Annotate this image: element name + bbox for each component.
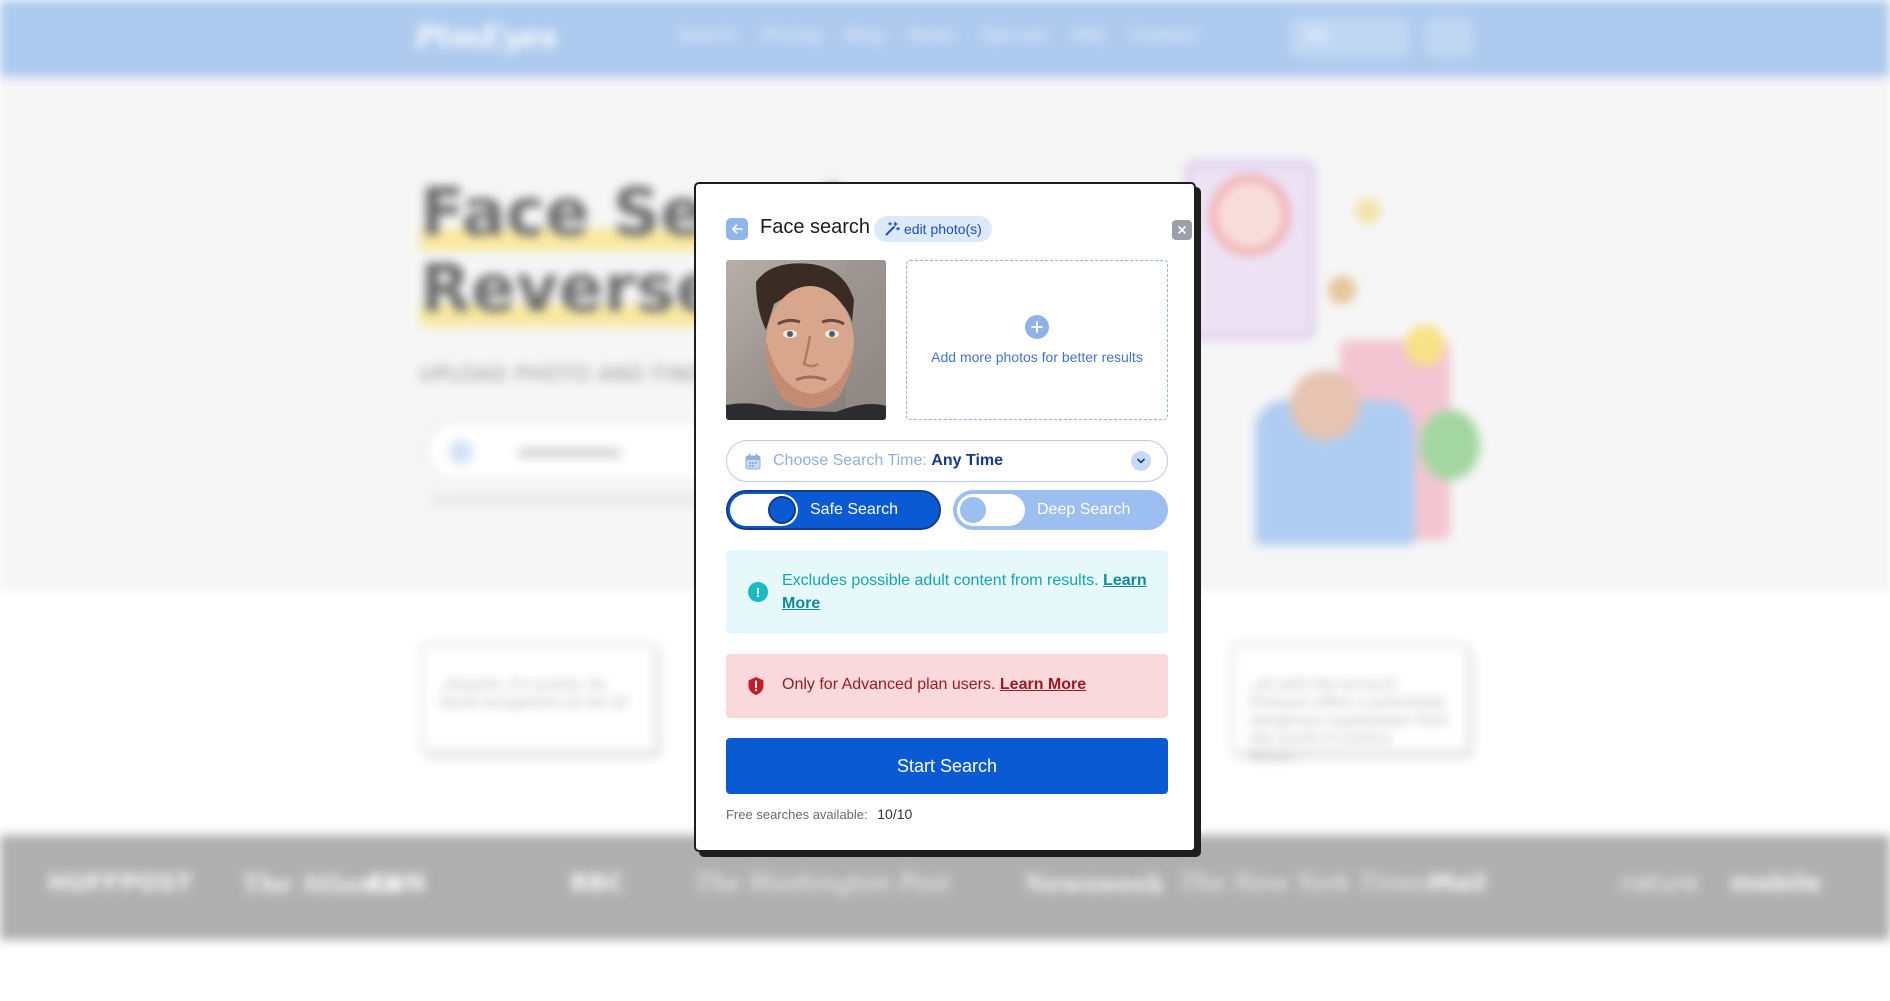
- add-more-photos-text: Add more photos for better results: [931, 349, 1143, 365]
- add-more-photos-dropzone[interactable]: Add more photos for better results: [906, 260, 1168, 420]
- search-time-label: Choose Search Time: Any Time: [773, 452, 1003, 470]
- safe-search-info: ! Excludes possible adult content from r…: [726, 550, 1168, 634]
- toggle-knob: [960, 497, 986, 523]
- modal-title: Face search: [760, 216, 871, 238]
- info-text: Excludes possible adult content from res…: [782, 572, 1099, 589]
- arrow-left-icon: [731, 224, 743, 234]
- warning-learn-more-link[interactable]: Learn More: [1000, 676, 1086, 693]
- magic-wand-icon: [885, 221, 900, 236]
- free-searches-label: Free searches available:: [726, 807, 868, 822]
- free-searches-count: 10/10: [877, 806, 913, 822]
- info-icon: !: [748, 582, 768, 602]
- close-button[interactable]: [1172, 220, 1192, 240]
- search-time-select[interactable]: Choose Search Time: Any Time: [726, 440, 1168, 482]
- info-message: Excludes possible adult content from res…: [782, 569, 1152, 615]
- chevron-down-icon: [1131, 451, 1151, 471]
- safe-search-label: Safe Search: [810, 501, 899, 518]
- search-time-value: Any Time: [931, 452, 1004, 469]
- close-icon: [1178, 226, 1186, 234]
- calendar-icon: [745, 453, 761, 470]
- advanced-plan-warning: Only for Advanced plan users. Learn More: [726, 654, 1168, 718]
- edit-photos-label: edit photo(s): [904, 221, 982, 237]
- back-button[interactable]: [726, 218, 748, 240]
- uploaded-face-photo[interactable]: [726, 260, 886, 420]
- modal-header: Face search edit photo(s): [726, 214, 1192, 244]
- toggle-knob: [768, 496, 796, 524]
- edit-photos-button[interactable]: edit photo(s): [874, 216, 992, 242]
- free-searches-info: Free searches available: 10/10: [726, 806, 912, 822]
- toggle-track: [730, 494, 798, 526]
- face-search-modal: Face search edit photo(s) Add more photo…: [694, 182, 1196, 852]
- face-photo-image: [726, 260, 886, 420]
- search-time-prompt: Choose Search Time:: [773, 452, 927, 469]
- shield-alert-icon: [748, 677, 764, 695]
- deep-search-toggle[interactable]: Deep Search: [953, 490, 1168, 530]
- plus-icon: [1025, 315, 1049, 339]
- warning-message: Only for Advanced plan users. Learn More: [782, 676, 1086, 694]
- warning-text: Only for Advanced plan users.: [782, 676, 996, 693]
- deep-search-label: Deep Search: [1037, 501, 1131, 518]
- toggle-track: [957, 494, 1025, 526]
- start-search-button[interactable]: Start Search: [726, 738, 1168, 794]
- safe-search-toggle[interactable]: Safe Search: [726, 490, 941, 530]
